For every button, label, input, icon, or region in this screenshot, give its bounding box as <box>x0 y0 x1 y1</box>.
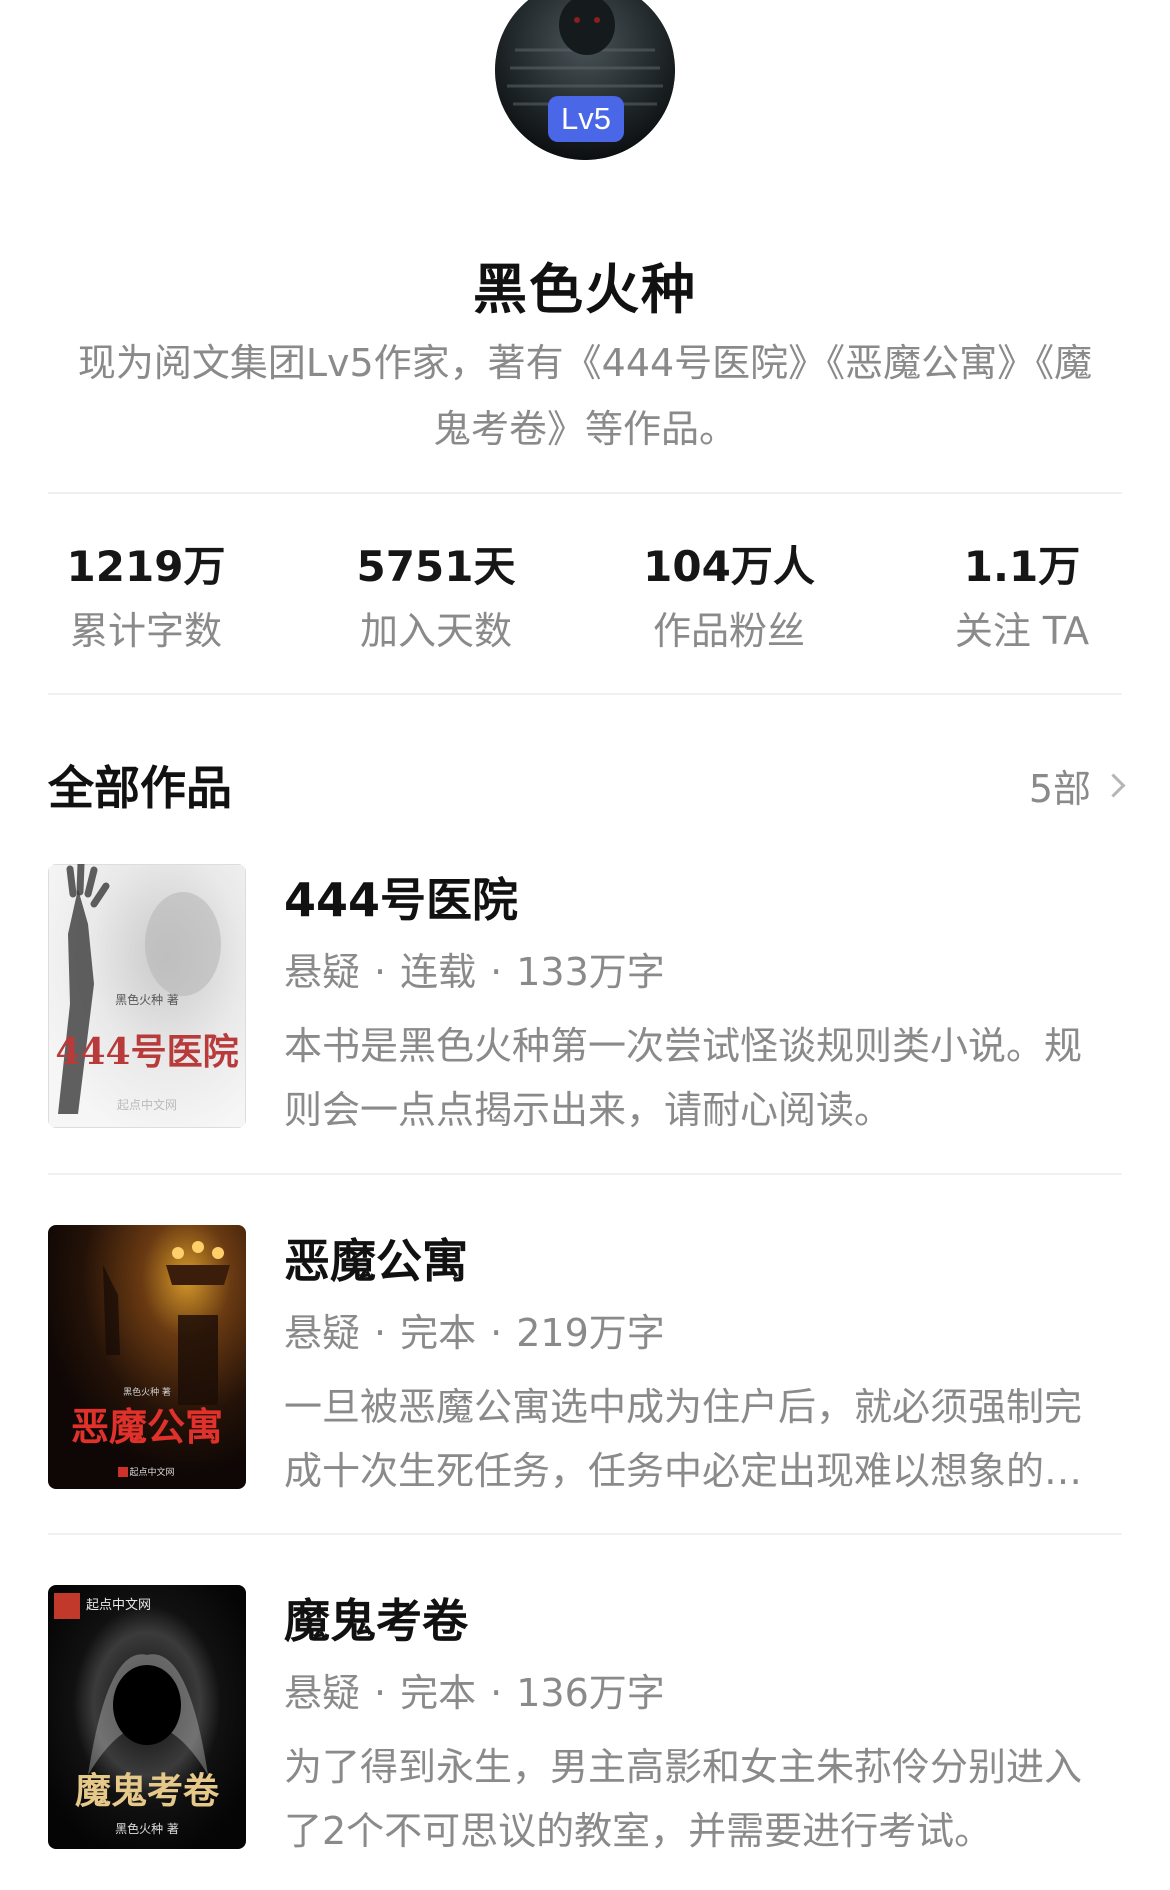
work-title: 444号医院 <box>284 873 519 927</box>
stat-value: 104万人 <box>643 542 815 591</box>
stat-total-words: 1219万 累计字数 <box>21 540 271 656</box>
author-stats: 1219万 累计字数 5751天 加入天数 104万人 作品粉丝 1.1万 关注… <box>0 540 1170 670</box>
works-count-link[interactable]: 5部 <box>1028 758 1126 813</box>
cover-publisher: 起点中文网 <box>86 1598 151 1613</box>
work-description: 为了得到永生，男主高影和女主朱荪伶分别进入了2个不可思议的教室，并需要进行考试。 <box>284 1745 1083 1853</box>
book-cover: 黑色火种 著 恶魔公寓 起点中文网 <box>48 1225 246 1489</box>
work-word-count: 133万字 <box>516 950 665 994</box>
work-item[interactable]: 黑色火种 著 恶魔公寓 起点中文网 恶魔公寓 悬疑 · 完本 · 219万字 一旦被恶魔… <box>48 1225 1122 1493</box>
stat-value: 5751天 <box>356 542 516 591</box>
work-genre: 悬疑 <box>284 1311 361 1355</box>
cover-title: 444号医院 <box>55 1031 238 1073</box>
work-description: 一旦被恶魔公寓选中成为住户后，就必须强制完成十次生死任务，任务中必定出现难以想象… <box>284 1385 1083 1493</box>
work-meta: 悬疑 · 完本 · 136万字 <box>284 1671 665 1715</box>
divider <box>48 1533 1122 1535</box>
work-meta: 悬疑 · 连载 · 133万字 <box>284 950 665 994</box>
works-count: 5部 <box>1028 767 1091 811</box>
stat-value: 1219万 <box>66 542 226 591</box>
work-status: 连载 <box>400 950 477 994</box>
cover-publisher: 起点中文网 <box>129 1466 174 1478</box>
stat-follow[interactable]: 1.1万 关注 TA <box>897 540 1147 656</box>
stat-label[interactable]: 关注 TA <box>897 606 1147 656</box>
divider <box>48 693 1122 695</box>
cover-publisher: 起点中文网 <box>117 1097 177 1112</box>
divider <box>48 492 1122 494</box>
cover-author: 黑色火种 著 <box>123 1386 171 1398</box>
author-name: 黑色火种 <box>473 258 697 321</box>
work-word-count: 136万字 <box>516 1671 665 1715</box>
stat-fans: 104万人 作品粉丝 <box>604 540 854 656</box>
book-cover: 起点中文网 魔鬼考卷 黑色火种 著 <box>48 1585 246 1849</box>
work-status: 完本 <box>400 1311 477 1355</box>
work-item[interactable]: 黑色火种 著 444号医院 起点中文网 444号医院 悬疑 · 连载 · 133万字 本… <box>48 864 1122 1132</box>
stat-label: 加入天数 <box>359 609 512 653</box>
cover-author: 黑色火种 著 <box>115 1822 179 1836</box>
work-status: 完本 <box>400 1671 477 1715</box>
cover-title: 魔鬼考卷 <box>75 1770 220 1812</box>
work-item[interactable]: 起点中文网 魔鬼考卷 黑色火种 著 魔鬼考卷 悬疑 · 完本 · 136万字 为了得到永… <box>48 1585 1122 1853</box>
stat-value: 1.1万 <box>963 542 1081 591</box>
cover-author: 黑色火种 著 <box>115 993 179 1007</box>
work-meta: 悬疑 · 完本 · 219万字 <box>284 1311 665 1355</box>
work-genre: 悬疑 <box>284 950 361 994</box>
author-description: 现为阅文集团Lv5作家，著有《444号医院》《恶魔公寓》《魔鬼考卷》等作品。 <box>77 341 1093 451</box>
book-cover: 黑色火种 著 444号医院 起点中文网 <box>48 864 246 1128</box>
stat-label: 作品粉丝 <box>652 609 805 653</box>
divider <box>48 1173 1122 1175</box>
stat-label: 累计字数 <box>69 609 222 653</box>
author-avatar[interactable]: Lv5 <box>495 0 675 160</box>
work-title: 恶魔公寓 <box>284 1234 468 1288</box>
chevron-right-icon <box>1101 773 1126 798</box>
work-genre: 悬疑 <box>284 1671 361 1715</box>
work-title: 魔鬼考卷 <box>284 1594 468 1648</box>
works-section-title: 全部作品 <box>48 761 232 815</box>
stat-days-joined: 5751天 加入天数 <box>311 540 561 656</box>
cover-title: 恶魔公寓 <box>71 1404 223 1449</box>
work-word-count: 219万字 <box>516 1311 665 1355</box>
level-badge: Lv5 <box>548 96 624 142</box>
work-description: 本书是黑色火种第一次尝试怪谈规则类小说。规则会一点点揭示出来，请耐心阅读。 <box>284 1024 1083 1132</box>
